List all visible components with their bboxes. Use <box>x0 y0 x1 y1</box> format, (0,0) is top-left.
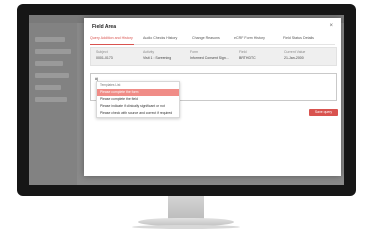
suggestion-item-check-source[interactable]: Please check with source and correct if … <box>97 110 179 117</box>
monitor-stand-shadow <box>132 225 240 229</box>
suggestion-item-complete-form[interactable]: Please complete the form <box>97 88 179 96</box>
monitor-frame: Field Area × Query Addition and History … <box>17 4 356 196</box>
tab-field-status-details[interactable]: Field Status Details <box>283 36 314 40</box>
info-subject: Subject 0001-0173 <box>96 50 113 60</box>
info-value: 0001-0173 <box>96 56 113 60</box>
field-area-modal: Field Area × Query Addition and History … <box>84 18 341 176</box>
info-label: Form <box>190 50 199 54</box>
background-row <box>35 73 69 78</box>
background-row <box>35 49 71 54</box>
background-row <box>35 61 63 66</box>
info-value: Visit 1 : Screening <box>143 56 172 60</box>
info-activity: Activity Visit 1 : Screening <box>143 50 171 60</box>
suggestion-item-complete-field[interactable]: Please complete the field <box>97 96 179 103</box>
background-row <box>35 97 67 102</box>
info-value: BRTHDTC <box>239 56 256 60</box>
info-label: Activity <box>143 50 155 54</box>
field-info-box: Subject 0001-0173 Activity Visit 1 : Scr… <box>90 47 337 66</box>
info-value: 21-Jan-2000 <box>284 56 304 60</box>
save-query-button[interactable]: Save query <box>309 109 338 116</box>
tab-bar: Query Addition and History Audio Checks … <box>90 35 335 45</box>
info-form: Form Informed Consent Sign... <box>190 50 229 60</box>
modal-title: Field Area <box>92 24 116 30</box>
background-sidebar <box>29 23 77 185</box>
info-label: Field <box>239 50 247 54</box>
background-row <box>35 37 65 42</box>
tab-query-addition-history[interactable]: Query Addition and History <box>90 36 133 40</box>
background-row <box>35 85 61 90</box>
screen: Field Area × Query Addition and History … <box>29 15 344 185</box>
monitor-stand-neck <box>168 196 204 220</box>
close-icon[interactable]: × <box>329 23 333 29</box>
info-field: Field BRTHDTC <box>239 50 256 60</box>
tab-audio-checks-history[interactable]: Audio Checks History <box>143 36 177 40</box>
info-value: Informed Consent Sign... <box>190 56 229 60</box>
tab-ecrf-form-history[interactable]: eCRF Form History <box>234 36 265 40</box>
info-label: Current Value <box>284 50 306 54</box>
active-tab-underline <box>90 44 134 45</box>
suggestion-list-header: Templates List <box>100 83 121 88</box>
suggestion-item-clinically-significant[interactable]: Please indicate if clinically significan… <box>97 103 179 110</box>
template-suggestion-list: Templates List Please complete the form … <box>96 81 180 118</box>
tab-change-reasons[interactable]: Change Reasons <box>192 36 220 40</box>
info-label: Subject <box>96 50 108 54</box>
info-current-value: Current Value 21-Jan-2000 <box>284 50 305 60</box>
